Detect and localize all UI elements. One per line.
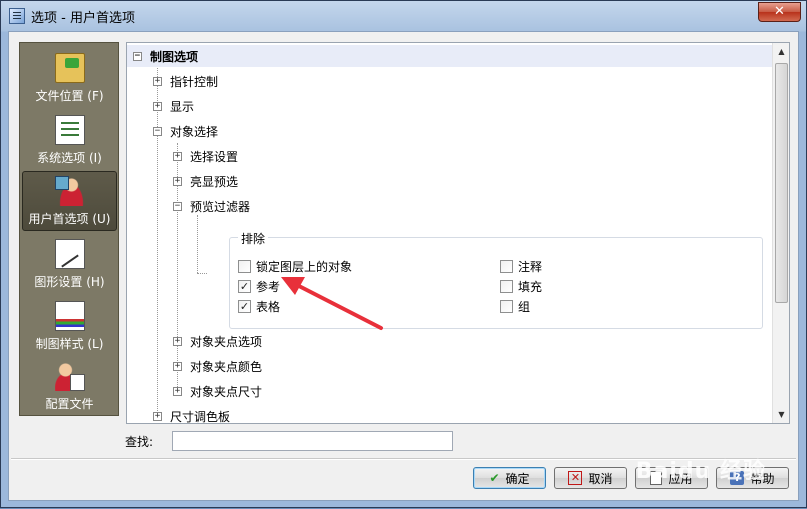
nav-item-graphics-settings[interactable]: 图形设置 (H)	[22, 233, 117, 293]
tree-item-label: 对象夹点颜色	[190, 359, 263, 374]
dialog-client-area: 文件位置 (F) 系统选项 (I) 用户首选项 (U) 图形设置 (H) 制图样…	[8, 31, 799, 501]
scroll-down-icon[interactable]: ▼	[775, 408, 788, 421]
tree-item-label: 尺寸调色板	[170, 409, 231, 424]
nav-item-file-locations[interactable]: 文件位置 (F)	[22, 47, 117, 107]
tree-connector	[197, 273, 207, 274]
tree-item-object-selection[interactable]: − 对象选择	[153, 120, 218, 142]
nav-item-system-options[interactable]: 系统选项 (I)	[22, 109, 117, 169]
collapse-icon[interactable]: −	[153, 126, 162, 136]
search-label: 查找:	[125, 435, 154, 449]
tree-item-grip-colors[interactable]: + 对象夹点颜色	[173, 355, 262, 377]
close-button[interactable]: ✕	[758, 2, 801, 22]
checklist-icon	[54, 115, 85, 145]
tree-item-grip-options[interactable]: + 对象夹点选项	[173, 330, 262, 352]
checkbox-checked[interactable]: ✓	[238, 280, 251, 293]
option-reference[interactable]: ✓ 参考	[238, 278, 280, 295]
checkbox-label: 表格	[256, 300, 281, 314]
tree-item-selection-settings[interactable]: + 选择设置	[173, 145, 238, 167]
nav-item-label: 系统选项 (I)	[37, 151, 102, 165]
options-tree: − 制图选项 + 指针控制 + 显示 − 对象选择 + 选择设置 + 亮显预选	[126, 42, 790, 424]
tree-item-pointer-control[interactable]: + 指针控制	[153, 70, 218, 92]
tree-item-label: 指针控制	[170, 74, 219, 89]
tree-item-label: 亮显预选	[190, 174, 239, 189]
checkbox-label: 组	[518, 300, 531, 314]
tree-item-label: 选择设置	[190, 149, 239, 164]
checkbox-checked[interactable]: ✓	[238, 300, 251, 313]
folder-icon	[54, 53, 85, 83]
category-sidebar: 文件位置 (F) 系统选项 (I) 用户首选项 (U) 图形设置 (H) 制图样…	[19, 42, 119, 416]
scroll-up-icon[interactable]: ▲	[775, 45, 788, 58]
collapse-icon[interactable]: −	[133, 51, 142, 61]
tree-item-label: 对象夹点尺寸	[190, 384, 263, 399]
checkbox-unchecked[interactable]	[500, 300, 513, 313]
option-group[interactable]: 组	[500, 298, 530, 315]
nav-item-label: 制图样式 (L)	[35, 337, 104, 351]
nav-item-user-preferences[interactable]: 用户首选项 (U)	[22, 171, 117, 231]
checkbox-label: 参考	[256, 280, 281, 294]
window-title: 选项 - 用户首选项	[31, 10, 135, 26]
tree-item-preview-filter[interactable]: − 预览过滤器	[173, 195, 250, 217]
ok-button[interactable]: ✔ 确定	[473, 467, 546, 489]
scrollbar-thumb[interactable]	[775, 63, 788, 303]
nav-item-label: 文件位置 (F)	[35, 89, 104, 103]
app-icon	[9, 8, 25, 24]
nav-item-drafting-style[interactable]: 制图样式 (L)	[22, 295, 117, 355]
button-label: 取消	[588, 471, 613, 486]
profile-icon	[54, 361, 85, 391]
checkbox-label: 注释	[518, 260, 543, 274]
options-window: 选项 - 用户首选项 ✕ 文件位置 (F) 系统选项 (I) 用户首选项 (U)…	[0, 0, 807, 508]
cancel-x-icon: ✕	[568, 471, 583, 485]
expand-icon[interactable]: +	[153, 411, 162, 421]
tree-item-grip-size[interactable]: + 对象夹点尺寸	[173, 380, 262, 402]
drafting-style-icon	[54, 301, 85, 331]
tree-item-display[interactable]: + 显示	[153, 95, 194, 117]
option-hatch[interactable]: 填充	[500, 278, 542, 295]
cancel-button[interactable]: ✕ 取消	[554, 467, 627, 489]
tree-connector	[157, 65, 158, 415]
watermark-text: Baidu 经验	[635, 459, 766, 484]
tree-item-label: 预览过滤器	[190, 199, 251, 214]
tree-item-label: 显示	[170, 99, 195, 114]
button-label: 确定	[505, 471, 530, 486]
expand-icon[interactable]: +	[173, 336, 182, 346]
tree-root-label: 制图选项	[150, 49, 199, 64]
expand-icon[interactable]: +	[153, 76, 162, 86]
checkbox-unchecked[interactable]	[500, 280, 513, 293]
groupbox-title: 排除	[238, 230, 269, 247]
tree-connector	[197, 215, 198, 273]
tree-scrollbar[interactable]: ▲ ▼	[772, 43, 789, 423]
tree-item-highlight-preselection[interactable]: + 亮显预选	[173, 170, 238, 192]
option-table[interactable]: ✓ 表格	[238, 298, 280, 315]
checkmark-icon: ✔	[489, 471, 500, 485]
expand-icon[interactable]: +	[173, 176, 182, 186]
checkbox-label: 锁定图层上的对象	[256, 260, 353, 274]
nav-item-profiles[interactable]: 配置文件	[22, 355, 117, 415]
nav-item-label: 图形设置 (H)	[34, 275, 105, 289]
tree-item-dimension-palette[interactable]: + 尺寸调色板	[153, 405, 231, 424]
search-input[interactable]	[172, 431, 453, 451]
tree-root-row[interactable]: − 制图选项	[127, 45, 773, 67]
tree-item-label: 对象夹点选项	[190, 334, 263, 349]
exclude-groupbox: 排除 锁定图层上的对象 ✓ 参考 ✓ 表格 注释 填充 组	[229, 230, 763, 329]
user-preferences-icon	[54, 176, 85, 206]
checkbox-unchecked[interactable]	[500, 260, 513, 273]
expand-icon[interactable]: +	[173, 151, 182, 161]
graphics-settings-icon	[54, 239, 85, 269]
nav-item-label: 配置文件	[45, 397, 94, 411]
checkbox-label: 填充	[518, 280, 543, 294]
title-bar: 选项 - 用户首选项 ✕	[1, 1, 806, 31]
expand-icon[interactable]: +	[173, 361, 182, 371]
nav-item-label: 用户首选项 (U)	[28, 212, 111, 226]
option-locked-layer-objects[interactable]: 锁定图层上的对象	[238, 258, 352, 275]
expand-icon[interactable]: +	[173, 386, 182, 396]
expand-icon[interactable]: +	[153, 101, 162, 111]
checkbox-unchecked[interactable]	[238, 260, 251, 273]
option-annotation[interactable]: 注释	[500, 258, 542, 275]
collapse-icon[interactable]: −	[173, 201, 182, 211]
tree-item-label: 对象选择	[170, 124, 219, 139]
